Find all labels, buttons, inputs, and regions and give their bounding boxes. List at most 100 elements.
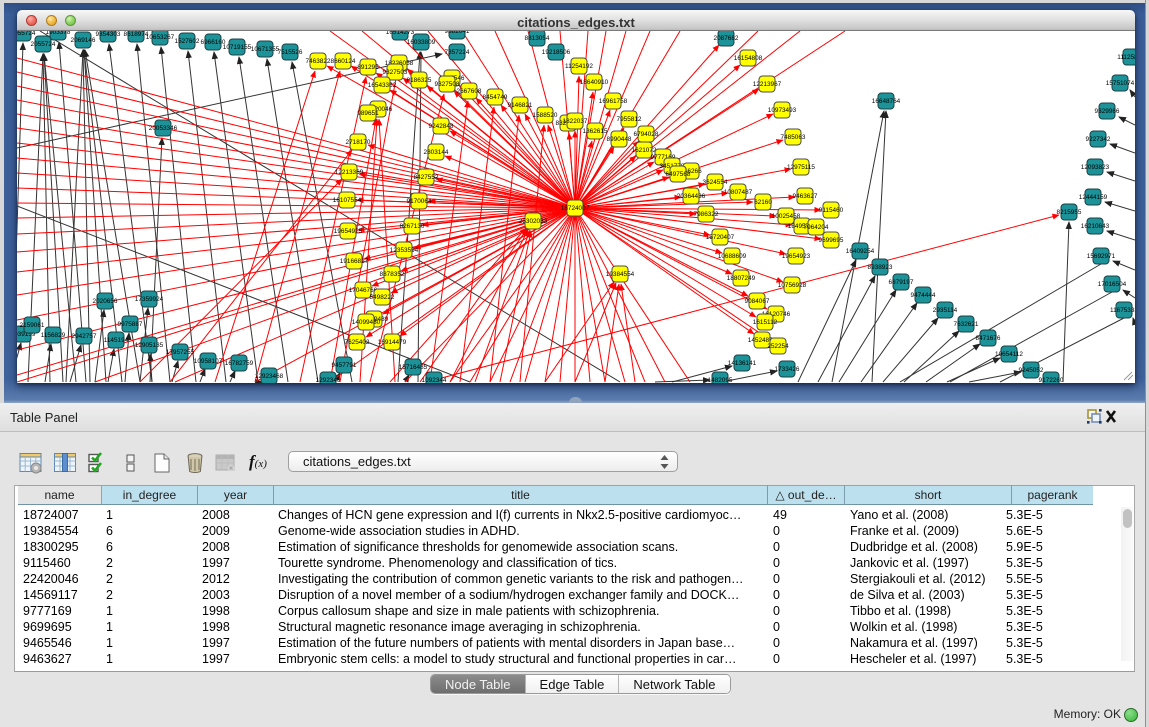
svg-text:12923468: 12923468 — [255, 373, 284, 380]
svg-text:16543362: 16543362 — [368, 82, 397, 89]
svg-text:1292346: 1292346 — [316, 377, 341, 383]
svg-text:989651: 989651 — [357, 110, 379, 117]
svg-text:8267130: 8267130 — [400, 223, 425, 230]
svg-text:1092344: 1092344 — [422, 377, 447, 383]
svg-text:15692971: 15692971 — [1087, 253, 1116, 260]
svg-text:9115460: 9115460 — [819, 207, 844, 214]
svg-text:20053346: 20053346 — [149, 125, 178, 132]
svg-text:6497568: 6497568 — [666, 171, 691, 178]
svg-text:1145194: 1145194 — [104, 337, 129, 344]
svg-text:2718170: 2718170 — [346, 139, 371, 146]
svg-text:10688609: 10688609 — [718, 253, 747, 260]
svg-text:2159061: 2159061 — [20, 322, 45, 329]
svg-text:1527602: 1527602 — [175, 38, 200, 45]
svg-text:10654112: 10654112 — [995, 351, 1023, 358]
svg-text:9227342: 9227342 — [1086, 136, 1111, 143]
svg-text:1156829: 1156829 — [41, 332, 66, 339]
svg-text:2667608: 2667608 — [457, 88, 482, 95]
svg-text:8660124: 8660124 — [331, 58, 356, 65]
svg-text:12353594: 12353594 — [390, 247, 419, 254]
svg-text:9146821: 9146821 — [508, 102, 533, 109]
svg-text:1733426: 1733426 — [775, 366, 800, 373]
svg-text:7986322: 7986322 — [694, 211, 719, 218]
svg-text:10671355: 10671355 — [251, 46, 280, 53]
svg-text:7625402: 7625402 — [345, 339, 370, 346]
svg-text:2020656: 2020656 — [93, 298, 118, 305]
svg-text:25302033: 25302033 — [519, 218, 548, 225]
svg-text:12905135: 12905135 — [135, 342, 164, 349]
svg-text:12213967: 12213967 — [753, 81, 782, 88]
svg-text:17016504: 17016504 — [1098, 281, 1127, 288]
svg-text:9354303: 9354303 — [96, 31, 121, 38]
svg-text:2935114: 2935114 — [933, 307, 958, 314]
svg-text:8427552: 8427552 — [414, 174, 439, 181]
svg-text:1362615: 1362615 — [583, 128, 608, 135]
svg-text:9975887: 9975887 — [118, 321, 143, 328]
svg-text:6794028: 6794028 — [634, 131, 659, 138]
svg-text:7515526: 7515526 — [278, 49, 303, 56]
svg-text:11254192: 11254192 — [565, 63, 593, 70]
svg-text:9242848: 9242848 — [429, 123, 454, 130]
svg-text:8215955: 8215955 — [1057, 209, 1082, 216]
svg-text:62160: 62160 — [754, 199, 772, 206]
svg-text:11125846: 11125846 — [1117, 54, 1135, 61]
svg-text:18807249: 18807249 — [727, 275, 756, 282]
svg-text:18724007: 18724007 — [561, 205, 590, 212]
svg-text:16154808: 16154808 — [734, 55, 763, 62]
svg-text:7955812: 7955812 — [617, 116, 642, 123]
svg-text:16107554: 16107554 — [333, 197, 362, 204]
svg-text:3624554: 3624554 — [703, 179, 728, 186]
svg-text:252254: 252254 — [767, 343, 789, 350]
svg-text:8454749: 8454749 — [483, 94, 508, 101]
svg-text:9699695: 9699695 — [819, 237, 844, 244]
svg-text:9172260: 9172260 — [1039, 377, 1064, 383]
svg-text:9327508: 9327508 — [435, 81, 460, 88]
svg-text:891295: 891295 — [357, 64, 379, 71]
svg-text:12444159: 12444159 — [1079, 194, 1108, 201]
svg-text:1822037: 1822037 — [563, 118, 588, 125]
svg-text:1615112: 1615112 — [753, 319, 778, 326]
svg-text:16409254: 16409254 — [846, 248, 875, 255]
svg-text:16914479: 16914479 — [378, 339, 407, 346]
svg-text:16514273: 16514273 — [386, 31, 415, 36]
svg-text:19384554: 19384554 — [606, 271, 635, 278]
svg-text:12213369: 12213369 — [335, 169, 364, 176]
svg-text:10973493: 10973493 — [768, 107, 797, 114]
svg-text:2803144: 2803144 — [424, 149, 449, 156]
svg-text:10807487: 10807487 — [724, 189, 753, 196]
svg-text:2069146: 2069146 — [71, 37, 96, 44]
svg-text:8471676: 8471676 — [976, 335, 1001, 342]
svg-text:20364436: 20364436 — [677, 193, 706, 200]
svg-text:8878352: 8878352 — [380, 271, 405, 278]
svg-text:1482095: 1482095 — [708, 377, 733, 383]
svg-text:7463822: 7463822 — [306, 58, 331, 65]
svg-text:8938923: 8938923 — [868, 264, 893, 271]
svg-text:1903378: 1903378 — [46, 31, 71, 36]
svg-text:5498222: 5498222 — [370, 294, 395, 301]
svg-text:9474444: 9474444 — [911, 292, 936, 299]
svg-text:2942757: 2942757 — [72, 333, 97, 340]
svg-text:7357224: 7357224 — [445, 49, 470, 56]
svg-text:12093823: 12093823 — [1081, 164, 1110, 171]
svg-text:19166827: 19166827 — [340, 258, 369, 265]
svg-text:15720407: 15720407 — [706, 234, 735, 241]
svg-text:6879197: 6879197 — [889, 279, 914, 286]
svg-text:9170064: 9170064 — [407, 198, 432, 205]
svg-text:15716485: 15716485 — [399, 364, 428, 371]
svg-text:9084067: 9084067 — [745, 298, 770, 305]
svg-text:2055724: 2055724 — [17, 31, 36, 37]
svg-text:9463627: 9463627 — [793, 193, 818, 200]
svg-text:1588520: 1588520 — [533, 112, 558, 119]
svg-text:16033809: 16033809 — [407, 39, 436, 46]
svg-text:16648764: 16648764 — [872, 98, 901, 105]
svg-text:19218506: 19218506 — [542, 49, 571, 56]
svg-text:9329966: 9329966 — [1095, 108, 1120, 115]
svg-text:12975115: 12975115 — [787, 164, 815, 171]
svg-text:8990448: 8990448 — [607, 136, 632, 143]
svg-text:9245052: 9245052 — [1019, 367, 1044, 374]
svg-text:14099480: 14099480 — [352, 319, 381, 326]
svg-text:9327503: 9327503 — [383, 69, 408, 76]
svg-text:14136141: 14136141 — [728, 360, 757, 367]
svg-text:9457791: 9457791 — [332, 362, 357, 369]
svg-text:9382041: 9382041 — [445, 31, 470, 35]
